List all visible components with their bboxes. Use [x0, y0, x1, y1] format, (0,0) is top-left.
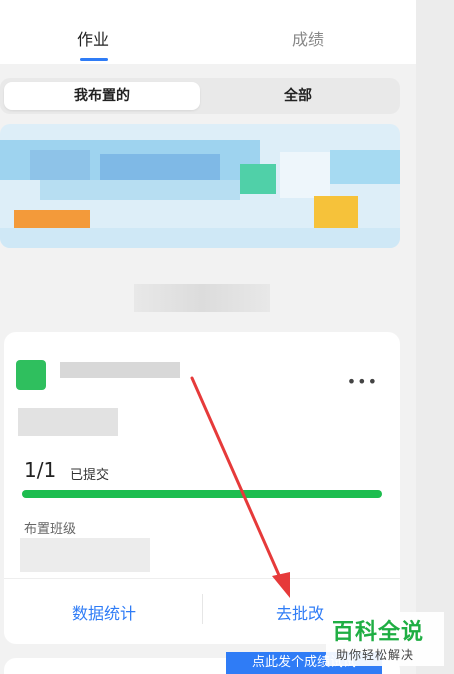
tab-grades[interactable]: 成绩: [248, 26, 368, 50]
submitted-label: 已提交: [70, 468, 110, 483]
app-screen: 作业 成绩 我布置的 全部 ••• 1/1 已提交 布置班级 数据统计 去批改: [0, 0, 416, 674]
data-statistics-button[interactable]: 数据统计: [24, 600, 184, 624]
active-tab-indicator: [80, 58, 108, 61]
side-gutter: [416, 0, 454, 674]
assignment-filter: 我布置的 全部: [0, 78, 400, 114]
watermark-title: 百科全说: [332, 620, 425, 645]
top-tab-bar: 作业 成绩: [0, 0, 416, 64]
promo-banner-blurred[interactable]: [0, 124, 400, 248]
submission-progress-bar: [22, 490, 382, 498]
class-list-blurred: [20, 538, 150, 572]
section-divider-blurred: [134, 284, 270, 312]
submitted-ratio: 1/1: [24, 458, 57, 482]
submission-progress-fill: [22, 490, 382, 498]
tab-homework[interactable]: 作业: [33, 26, 153, 50]
segment-all[interactable]: 全部: [200, 82, 396, 110]
homework-card[interactable]: ••• 1/1 已提交 布置班级 数据统计 去批改: [4, 332, 400, 644]
card-divider: [4, 578, 400, 579]
homework-meta-blurred: [18, 408, 118, 436]
action-divider: [202, 594, 203, 624]
homework-title-blurred: [60, 362, 180, 378]
subject-avatar-blurred: [16, 360, 46, 390]
assigned-class-label: 布置班级: [24, 522, 77, 537]
watermark-subtitle: 助你轻松解决: [336, 648, 415, 662]
segment-mine[interactable]: 我布置的: [4, 82, 200, 110]
more-dots-icon[interactable]: •••: [347, 372, 378, 391]
